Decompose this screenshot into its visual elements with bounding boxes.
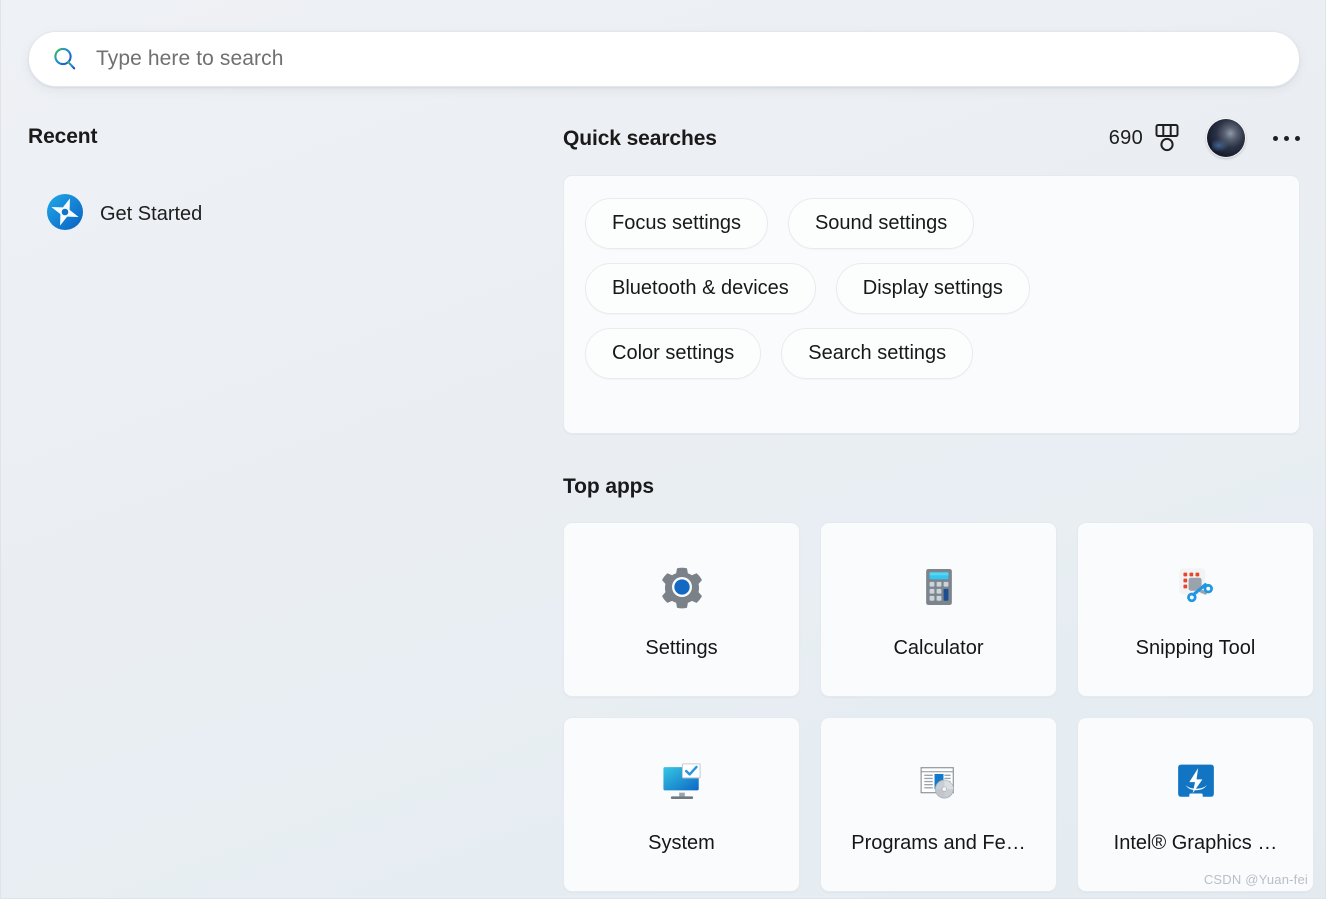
rewards-score: 690 bbox=[1108, 126, 1143, 149]
get-started-icon bbox=[46, 193, 84, 236]
search-flyout: Type here to search Recent Get Started Q… bbox=[0, 0, 1326, 899]
recent-heading: Recent bbox=[28, 125, 98, 148]
app-label: Programs and Fe… bbox=[851, 832, 1026, 854]
medal-icon[interactable] bbox=[1154, 123, 1180, 153]
settings-gear-icon bbox=[654, 559, 710, 615]
calculator-icon bbox=[911, 559, 967, 615]
watermark: CSDN @Yuan-fei bbox=[1203, 872, 1308, 887]
chip-row: Color settings Search settings bbox=[585, 328, 1278, 379]
search-bar[interactable]: Type here to search bbox=[28, 31, 1300, 87]
quick-search-chip-focus-settings[interactable]: Focus settings bbox=[585, 198, 768, 249]
quick-search-chip-bluetooth-devices[interactable]: Bluetooth & devices bbox=[585, 263, 816, 314]
app-tile-settings[interactable]: Settings bbox=[563, 522, 800, 697]
quick-searches-card: Focus settings Sound settings Bluetooth … bbox=[563, 175, 1300, 434]
recent-item-label: Get Started bbox=[100, 203, 203, 225]
search-input-placeholder[interactable]: Type here to search bbox=[96, 47, 284, 71]
quick-search-chip-sound-settings[interactable]: Sound settings bbox=[787, 198, 975, 249]
system-monitor-icon bbox=[654, 754, 710, 810]
app-label: Settings bbox=[645, 637, 718, 659]
app-tile-snipping-tool[interactable]: Snipping Tool bbox=[1077, 522, 1314, 697]
app-label: Intel® Graphics … bbox=[1113, 832, 1278, 854]
quick-searches-heading: Quick searches bbox=[563, 126, 717, 150]
search-icon bbox=[51, 45, 79, 73]
programs-and-features-icon bbox=[911, 754, 967, 810]
right-column: Quick searches 690 Focus settings Sound … bbox=[563, 119, 1314, 892]
header-actions: 690 bbox=[1109, 119, 1300, 157]
app-tile-programs-and-features[interactable]: Programs and Fe… bbox=[820, 717, 1057, 892]
recent-list: Get Started bbox=[28, 187, 528, 242]
more-options-icon[interactable] bbox=[1273, 135, 1300, 141]
quick-searches-header: Quick searches 690 bbox=[563, 119, 1300, 157]
quick-search-chip-display-settings[interactable]: Display settings bbox=[835, 263, 1030, 314]
app-label: Snipping Tool bbox=[1135, 637, 1256, 659]
snipping-tool-icon bbox=[1168, 559, 1224, 615]
app-tile-intel-graphics[interactable]: Intel® Graphics … bbox=[1077, 717, 1314, 892]
quick-search-chip-search-settings[interactable]: Search settings bbox=[781, 328, 974, 379]
avatar[interactable] bbox=[1207, 119, 1245, 157]
chip-row: Focus settings Sound settings bbox=[585, 198, 1278, 249]
recent-item-get-started[interactable]: Get Started bbox=[28, 187, 358, 242]
quick-search-chip-color-settings[interactable]: Color settings bbox=[585, 328, 762, 379]
recent-column: Recent Get Started bbox=[28, 126, 528, 242]
chip-row: Bluetooth & devices Display settings bbox=[585, 263, 1278, 314]
app-label: Calculator bbox=[893, 637, 984, 659]
top-apps-heading: Top apps bbox=[563, 475, 654, 498]
app-label: System bbox=[648, 832, 715, 854]
top-apps-grid: Settings Calculator Snipping Tool System… bbox=[563, 522, 1314, 892]
app-tile-calculator[interactable]: Calculator bbox=[820, 522, 1057, 697]
app-tile-system[interactable]: System bbox=[563, 717, 800, 892]
intel-graphics-icon bbox=[1168, 754, 1224, 810]
